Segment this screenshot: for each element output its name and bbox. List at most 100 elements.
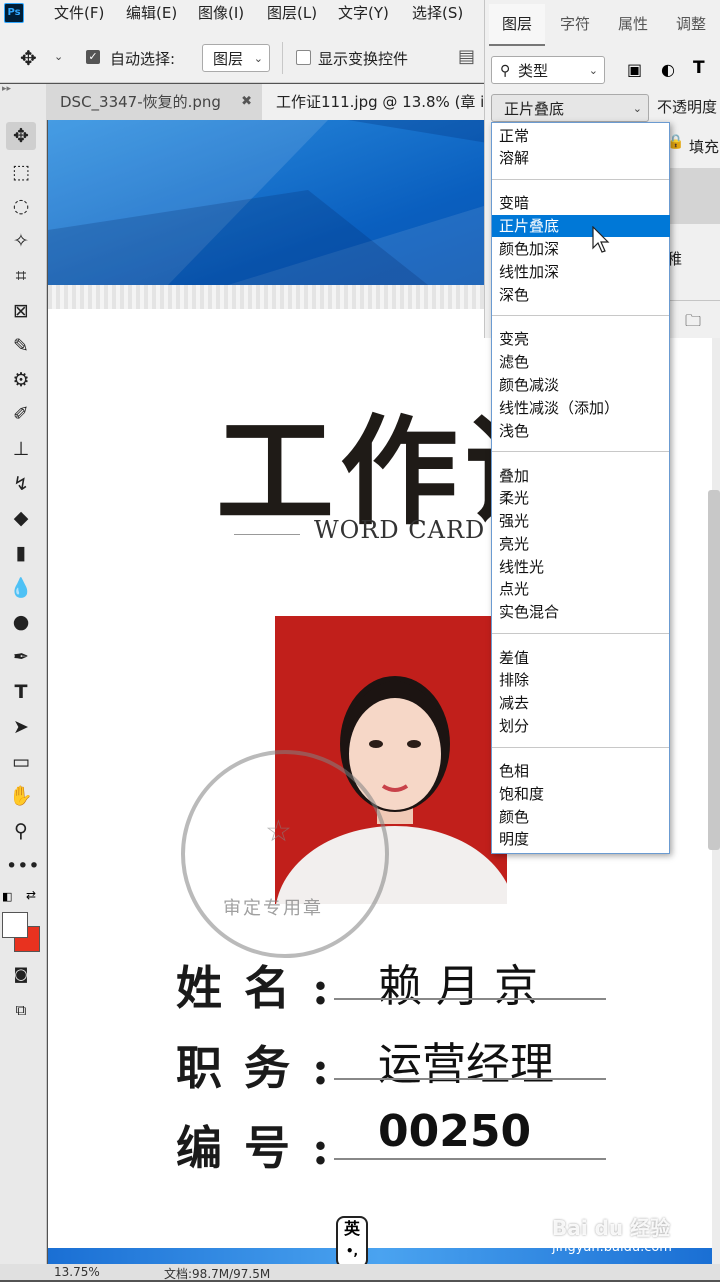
- lasso-tool-icon[interactable]: ◌: [6, 192, 36, 220]
- blend-option-linear-burn[interactable]: 线性加深: [499, 261, 559, 283]
- tab-properties[interactable]: 属性: [605, 4, 661, 44]
- filter-pixel-icon[interactable]: ▣: [627, 60, 642, 79]
- tool-preset-chevron-icon[interactable]: ⌄: [54, 50, 63, 63]
- eyedropper-tool-icon[interactable]: ✎: [6, 332, 36, 360]
- move-tool-icon[interactable]: ✥: [20, 46, 37, 70]
- swap-colors-icon[interactable]: ⇄: [26, 888, 36, 902]
- menu-image[interactable]: 图像(I): [198, 2, 244, 23]
- blend-option-lighten[interactable]: 变亮: [499, 328, 529, 350]
- blend-option-linear-dodge[interactable]: 线性减淡（添加）: [499, 397, 619, 419]
- blend-option-pin-light[interactable]: 点光: [499, 578, 529, 600]
- close-icon[interactable]: ✖: [241, 84, 252, 120]
- blend-mode-list[interactable]: 正常 溶解 变暗 正片叠底 颜色加深 线性加深 深色 变亮 滤色 颜色减淡 线性…: [491, 122, 670, 854]
- menu-edit[interactable]: 编辑(E): [126, 2, 177, 23]
- rectangle-tool-icon[interactable]: ▭: [6, 748, 36, 776]
- blend-option-difference[interactable]: 差值: [499, 647, 529, 669]
- card-subtitle: WORD CARD: [314, 516, 486, 544]
- ime-status-badge[interactable]: 英 •,: [336, 1216, 368, 1264]
- blend-option-divide[interactable]: 划分: [499, 715, 529, 737]
- blend-mode-dropdown[interactable]: 正片叠底 ⌄: [491, 94, 649, 122]
- auto-select-target-value: 图层: [213, 50, 244, 68]
- brush-tool-icon[interactable]: ✐: [6, 400, 36, 428]
- tab-character[interactable]: 字符: [547, 4, 603, 44]
- show-transform-label: 显示变换控件: [318, 50, 409, 68]
- align-icon[interactable]: ▤: [458, 46, 475, 67]
- eraser-tool-icon[interactable]: ◆: [6, 504, 36, 532]
- blend-option-soft-light[interactable]: 柔光: [499, 487, 529, 509]
- magic-wand-tool-icon[interactable]: ✧: [6, 227, 36, 255]
- zoom-level[interactable]: 13.75%: [54, 1265, 100, 1279]
- frame-tool-icon[interactable]: ⊠: [6, 297, 36, 325]
- toolbar-divider: [282, 42, 283, 74]
- tab-document-1[interactable]: DSC_3347-恢复的.png ✖: [46, 84, 260, 120]
- layer-row-selected[interactable]: [667, 168, 720, 224]
- blend-option-exclusion[interactable]: 排除: [499, 669, 529, 691]
- crop-tool-icon[interactable]: ⌗: [6, 262, 36, 290]
- stamp-text: 审定专用章: [223, 898, 323, 919]
- auto-select-label: 自动选择:: [110, 50, 176, 68]
- watermark-url: jingyan.baidu.com: [552, 1240, 672, 1255]
- collapse-icon[interactable]: ▸▸: [2, 84, 11, 94]
- gradient-tool-icon[interactable]: ▮: [6, 539, 36, 567]
- history-brush-tool-icon[interactable]: ↯: [6, 470, 36, 498]
- blend-option-color[interactable]: 颜色: [499, 806, 529, 828]
- blend-option-vivid-light[interactable]: 亮光: [499, 533, 529, 555]
- menu-select[interactable]: 选择(S): [412, 2, 463, 23]
- marquee-tool-icon[interactable]: ⬚: [6, 158, 36, 186]
- healing-brush-tool-icon[interactable]: ⚙: [6, 366, 36, 394]
- blend-option-color-burn[interactable]: 颜色加深: [499, 238, 559, 260]
- pen-tool-icon[interactable]: ✒: [6, 643, 36, 671]
- filter-adjustment-icon[interactable]: ◐: [661, 60, 675, 79]
- blend-option-color-dodge[interactable]: 颜色减淡: [499, 374, 559, 396]
- blend-option-luminosity[interactable]: 明度: [499, 828, 529, 850]
- blur-tool-icon[interactable]: 💧: [6, 574, 36, 602]
- quick-mask-icon[interactable]: ◙: [6, 960, 36, 988]
- foreground-color-swatch[interactable]: [2, 912, 28, 938]
- show-transform-checkbox[interactable]: [296, 50, 311, 65]
- blend-option-darker-color[interactable]: 深色: [499, 284, 529, 306]
- blend-option-multiply[interactable]: 正片叠底: [492, 215, 670, 237]
- filter-type-icon[interactable]: T: [693, 58, 705, 78]
- blend-option-saturation[interactable]: 饱和度: [499, 783, 544, 805]
- blend-option-lighter-color[interactable]: 浅色: [499, 420, 529, 442]
- blend-option-hard-light[interactable]: 强光: [499, 510, 529, 532]
- auto-select-target-dropdown[interactable]: 图层 ⌄: [202, 44, 270, 72]
- tab-label: 工作证111.jpg @ 13.8% (章 i: [276, 93, 485, 111]
- blend-option-normal[interactable]: 正常: [499, 125, 529, 147]
- watermark-brand: Bai du 经验: [552, 1216, 671, 1240]
- tab-adjustments[interactable]: 调整: [663, 4, 719, 44]
- menu-layer[interactable]: 图层(L): [267, 2, 317, 23]
- blend-option-screen[interactable]: 滤色: [499, 351, 529, 373]
- blend-separator: [492, 315, 669, 316]
- default-colors-icon[interactable]: ◧: [2, 890, 12, 903]
- canvas-scrollbar[interactable]: [708, 490, 720, 850]
- layer-filter-dropdown[interactable]: ⚲ 类型 ⌄: [491, 56, 605, 84]
- auto-select-checkbox[interactable]: ✓: [86, 50, 100, 64]
- move-tool-icon[interactable]: ✥: [6, 122, 36, 150]
- tab-layers[interactable]: 图层: [489, 4, 545, 46]
- blend-option-overlay[interactable]: 叠加: [499, 465, 529, 487]
- blend-separator: [492, 179, 669, 180]
- blend-option-subtract[interactable]: 减去: [499, 692, 529, 714]
- clone-stamp-tool-icon[interactable]: ⊥: [6, 435, 36, 463]
- blend-option-dissolve[interactable]: 溶解: [499, 147, 529, 169]
- document-info[interactable]: 文档:98.7M/97.5M: [164, 1265, 270, 1282]
- blend-option-darken[interactable]: 变暗: [499, 192, 529, 214]
- hand-tool-icon[interactable]: ✋: [6, 782, 36, 810]
- name-label: 姓名:: [176, 961, 351, 1015]
- zoom-tool-icon[interactable]: ⚲: [6, 817, 36, 845]
- more-tools-icon[interactable]: •••: [6, 852, 40, 880]
- blend-option-linear-light[interactable]: 线性光: [499, 556, 544, 578]
- menu-file[interactable]: 文件(F): [54, 2, 104, 23]
- blend-option-hue[interactable]: 色相: [499, 760, 529, 782]
- path-selection-tool-icon[interactable]: ➤: [6, 713, 36, 741]
- number-value: 00250: [378, 1106, 532, 1157]
- position-value: 运营经理: [378, 1039, 554, 1090]
- dodge-tool-icon[interactable]: ●: [6, 608, 36, 636]
- type-tool-icon[interactable]: T: [6, 678, 36, 706]
- new-group-folder-icon[interactable]: 🗀: [685, 310, 701, 337]
- screen-mode-icon[interactable]: ⧉: [6, 996, 36, 1024]
- star-icon: ☆: [265, 814, 292, 849]
- blend-option-hard-mix[interactable]: 实色混合: [499, 601, 559, 623]
- menu-type[interactable]: 文字(Y): [338, 2, 389, 23]
